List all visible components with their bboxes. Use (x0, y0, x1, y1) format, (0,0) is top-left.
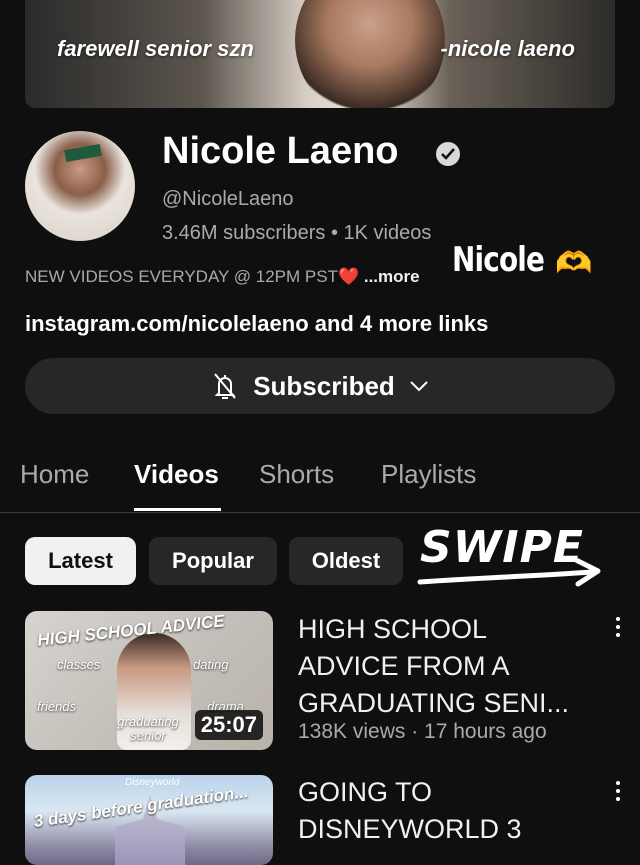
tab-shorts[interactable]: Shorts (259, 459, 334, 490)
subscribed-label: Subscribed (253, 370, 395, 401)
thumbnail-tag: dating (193, 657, 229, 672)
graduation-cap-icon (64, 143, 102, 163)
chip-latest[interactable]: Latest (25, 537, 136, 585)
chip-popular[interactable]: Popular (149, 537, 277, 585)
swipe-arrow-icon (417, 557, 601, 587)
bell-off-icon (214, 373, 236, 399)
verified-check-icon (436, 142, 460, 166)
channel-handle: @NicoleLaeno (162, 188, 294, 210)
channel-banner: farewell senior szn -nicole laeno (25, 0, 615, 108)
description-text: NEW VIDEOS EVERYDAY @ 12PM PST (25, 267, 338, 286)
chevron-down-icon (410, 381, 428, 392)
video-title-line: GRADUATING SENI... (298, 688, 570, 718)
tab-videos[interactable]: Videos (134, 459, 219, 490)
video-meta: 138K views · 17 hours ago (298, 720, 547, 743)
video-title-line: GOING TO (298, 777, 433, 807)
thumbnail-tag: graduating senior (117, 714, 179, 743)
banner-right-text: -nicole laeno (440, 36, 575, 61)
active-tab-indicator (134, 508, 221, 511)
banner-left-text: farewell senior szn (57, 36, 254, 61)
banner-photo (295, 0, 445, 108)
tab-home[interactable]: Home (20, 459, 89, 490)
video-thumbnail[interactable]: HIGH SCHOOL ADVICE classes dating friend… (25, 611, 273, 750)
thumbnail-brand: Disneyworld (125, 777, 180, 788)
heart-hands-icon: 🫶 (555, 247, 593, 280)
thumbnail-tag: classes (57, 657, 101, 672)
video-thumbnail[interactable]: Disneyworld 3 days before graduation... (25, 775, 273, 865)
channel-name: Nicole Laeno (162, 130, 399, 172)
heart-icon: ❤️ (337, 267, 360, 286)
channel-links[interactable]: instagram.com/nicolelaeno and 4 more lin… (25, 311, 488, 337)
tab-playlists[interactable]: Playlists (381, 459, 476, 490)
more-options-icon[interactable] (612, 617, 624, 641)
more-link[interactable]: ...more (359, 267, 420, 286)
video-duration: 25:07 (194, 710, 263, 740)
video-title[interactable]: GOING TO DISNEYWORLD 3 (298, 774, 598, 848)
video-title-line: DISNEYWORLD 3 (298, 814, 522, 844)
channel-tabs: Home Videos Shorts Playlists (0, 445, 640, 513)
video-title-line: ADVICE FROM A (298, 651, 510, 681)
video-title-line: HIGH SCHOOL (298, 614, 488, 644)
channel-avatar[interactable] (25, 131, 135, 241)
channel-description[interactable]: NEW VIDEOS EVERYDAY @ 12PM PST❤️ ...more (25, 267, 420, 287)
channel-stats: 3.46M subscribers • 1K videos (162, 222, 432, 244)
thumbnail-tag: friends (37, 699, 77, 714)
chip-oldest[interactable]: Oldest (289, 537, 403, 585)
sticker-name-overlay: Nicole (452, 240, 545, 280)
more-options-icon[interactable] (612, 781, 624, 805)
video-title[interactable]: HIGH SCHOOL ADVICE FROM A GRADUATING SEN… (298, 611, 598, 722)
subscribed-button[interactable]: Subscribed (25, 358, 615, 414)
